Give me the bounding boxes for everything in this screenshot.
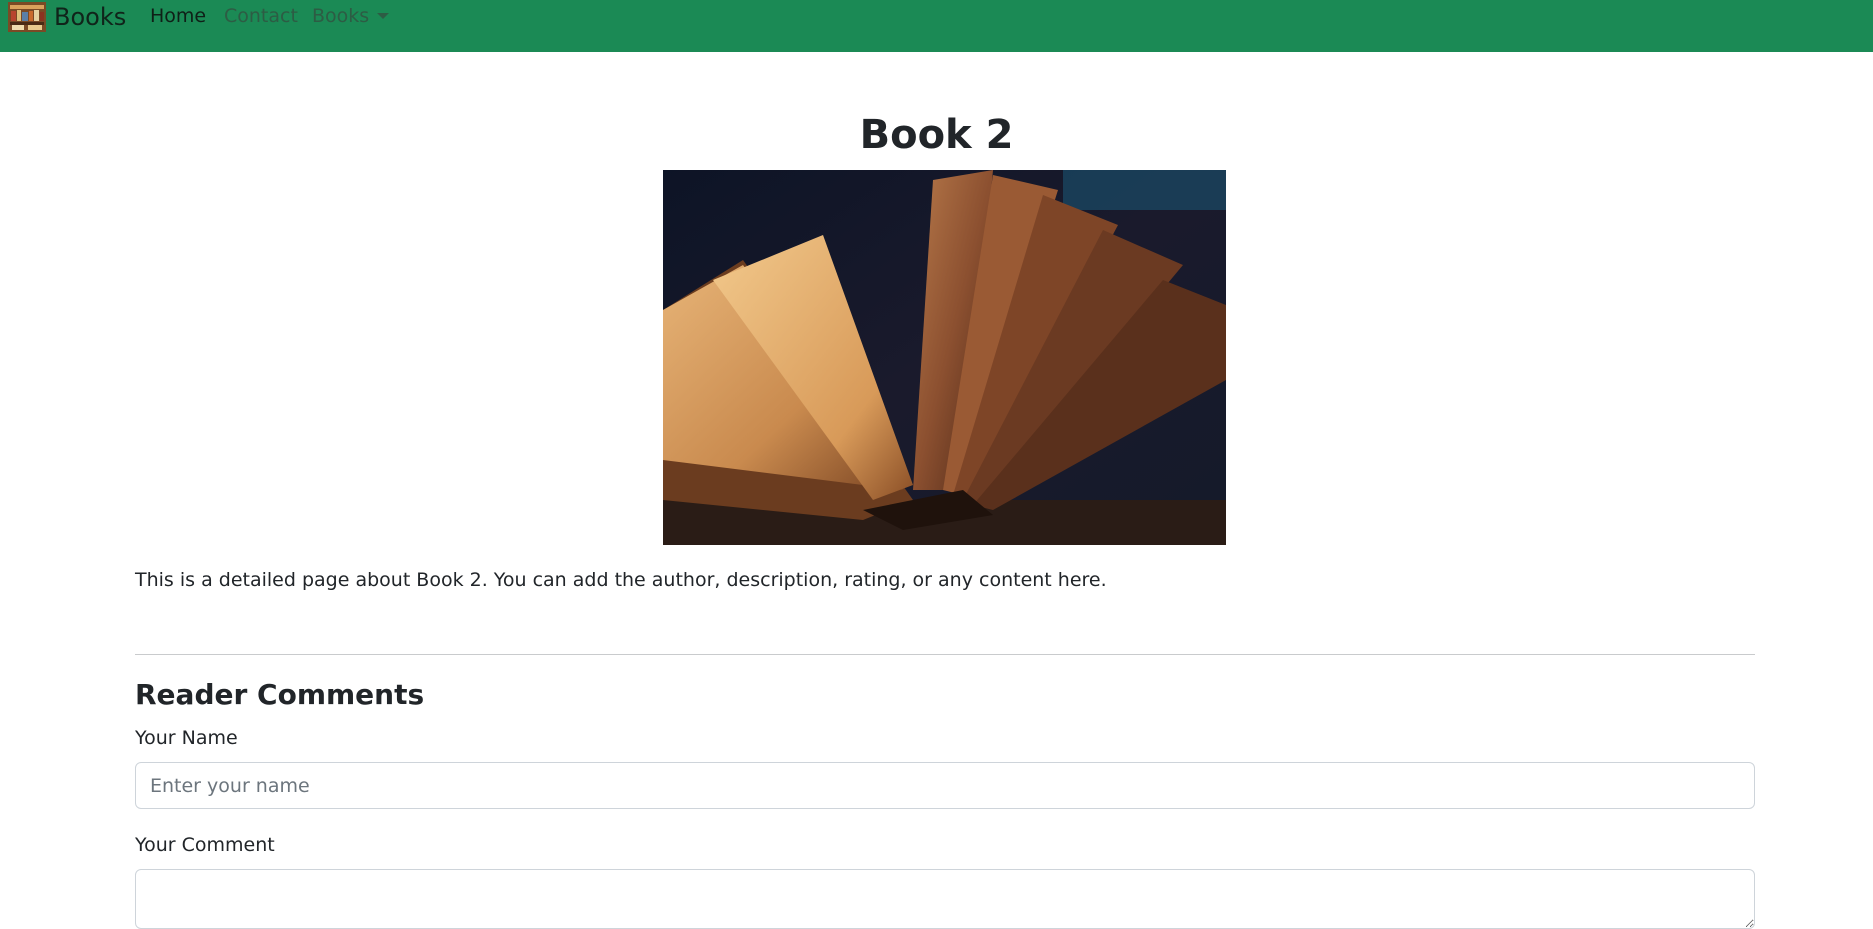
comment-label: Your Comment xyxy=(135,834,275,856)
comment-textarea[interactable] xyxy=(135,869,1755,929)
page-title: Book 2 xyxy=(859,112,1014,158)
nav-home-link[interactable]: Home xyxy=(150,5,206,27)
book-description: This is a detailed page about Book 2. Yo… xyxy=(135,569,1107,591)
comments-heading: Reader Comments xyxy=(135,678,425,711)
name-label: Your Name xyxy=(135,727,238,749)
caret-down-icon xyxy=(377,13,390,19)
nav-books-label: Books xyxy=(312,5,370,27)
nav-contact-link[interactable]: Contact xyxy=(224,5,298,27)
nav-books-dropdown[interactable]: Books xyxy=(312,5,390,27)
top-navbar: Books Home Contact Books xyxy=(0,0,1873,52)
name-input[interactable] xyxy=(135,762,1755,809)
book-photo xyxy=(663,170,1226,545)
books-logo-icon xyxy=(8,2,46,32)
section-divider xyxy=(135,654,1755,655)
brand-text: Books xyxy=(54,3,127,31)
brand-link[interactable]: Books xyxy=(8,0,126,34)
